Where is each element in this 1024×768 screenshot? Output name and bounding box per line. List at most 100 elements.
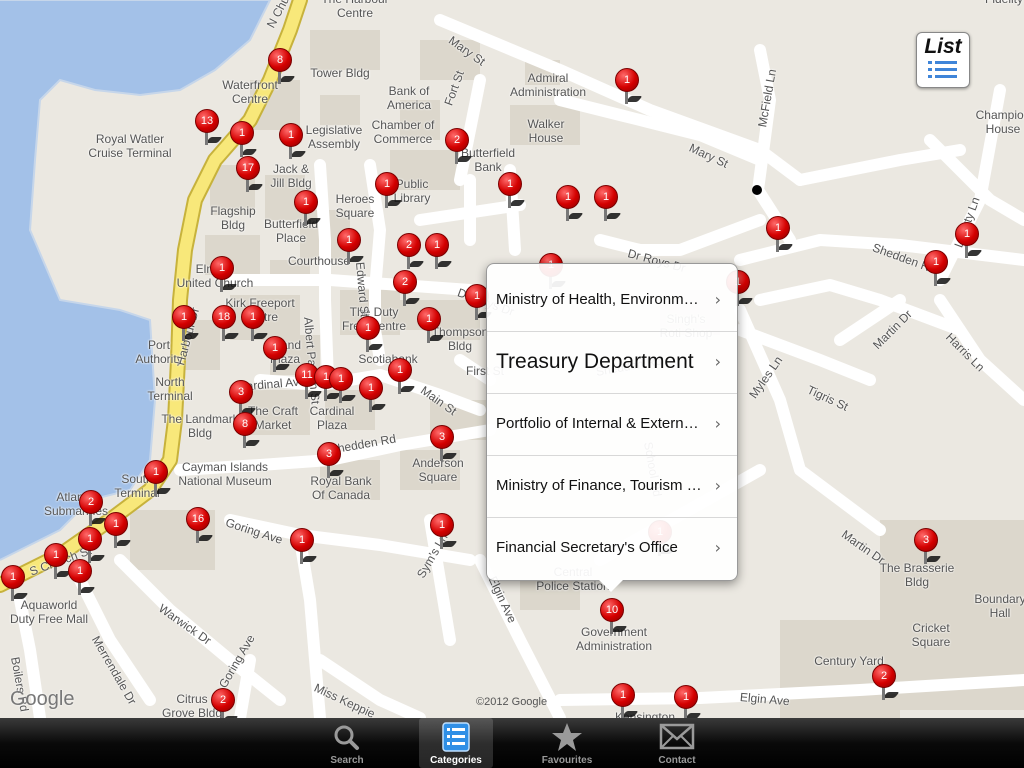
pin-shadow — [220, 284, 238, 290]
map-pin[interactable]: 1 — [278, 123, 307, 163]
map-pin[interactable]: 3 — [429, 425, 458, 465]
map-pin[interactable]: 2 — [396, 233, 425, 273]
pin-stem — [305, 385, 308, 399]
pin-stem — [220, 278, 223, 292]
map-pin[interactable]: 1 — [67, 559, 96, 599]
place-label-cricket-square: Cricket Square — [911, 621, 951, 649]
pin-stem — [196, 529, 199, 543]
pin-count: 1 — [924, 250, 948, 274]
pin-count: 1 — [615, 68, 639, 92]
map-pin[interactable]: 1 — [262, 336, 291, 376]
map-pin[interactable]: 1 — [387, 358, 416, 398]
list-button-label: List — [924, 35, 962, 58]
map-pin[interactable]: 1 — [555, 185, 584, 225]
map-pin[interactable]: 1 — [171, 305, 200, 345]
tab-categories[interactable]: Categories — [419, 718, 493, 768]
tab-label: Search — [330, 755, 364, 766]
pin-count: 1 — [674, 685, 698, 709]
map-pin[interactable]: 1 — [765, 216, 794, 256]
map-pin[interactable]: 1 — [293, 190, 322, 230]
tab-search[interactable]: Search — [310, 718, 384, 768]
pin-count: 1 — [594, 185, 618, 209]
pin-stem — [440, 535, 443, 549]
map-pin[interactable]: 1 — [0, 565, 29, 605]
map-pin[interactable]: 8 — [232, 412, 261, 452]
pin-shadow — [196, 535, 214, 541]
pin-shadow — [440, 541, 458, 547]
map-pin[interactable]: 1 — [336, 228, 365, 268]
popover-item-ministry-finance[interactable]: Ministry of Finance, Tourism & Developme… — [487, 455, 737, 518]
pin-stem — [427, 329, 430, 343]
map-pin[interactable]: 1 — [358, 376, 387, 416]
pin-stem — [89, 512, 92, 526]
map-pin[interactable]: 1 — [610, 683, 639, 718]
map-pin[interactable]: 13 — [194, 109, 223, 149]
popover-item-ministry-health[interactable]: Ministry of Health, Environment, Youth, … — [487, 269, 737, 332]
pin-count: 1 — [68, 559, 92, 583]
pin-shadow — [403, 298, 421, 304]
popover-item-portfolio[interactable]: Portfolio of Internal & External Affairs… — [487, 393, 737, 456]
pin-shadow — [205, 137, 223, 143]
map-pin[interactable]: 1 — [355, 316, 384, 356]
pin-count: 17 — [236, 156, 260, 180]
map-pin[interactable]: 2 — [210, 688, 239, 718]
pin-stem — [347, 250, 350, 264]
map-pin[interactable]: 1 — [673, 685, 702, 718]
place-label-butterfield-place: Butterfield Place — [263, 217, 319, 245]
pin-shadow — [78, 587, 96, 593]
map-pin[interactable]: 1 — [424, 233, 453, 273]
pin-shadow — [407, 261, 425, 267]
pin-count: 3 — [317, 442, 341, 466]
popover-item-treasury[interactable]: Treasury Department › — [487, 331, 737, 394]
map-pin[interactable]: 1 — [429, 513, 458, 553]
map-pin[interactable]: 18 — [211, 305, 240, 345]
map-pin[interactable]: 1 — [614, 68, 643, 108]
list-button[interactable]: List — [916, 32, 970, 88]
place-label-port-authority: Port Authority — [135, 338, 183, 366]
map-pin[interactable]: 2 — [444, 128, 473, 168]
pin-stem — [273, 358, 276, 372]
map-pin[interactable]: 3 — [913, 528, 942, 568]
pin-count: 1 — [263, 336, 287, 360]
pin-count: 18 — [212, 305, 236, 329]
search-icon — [334, 725, 359, 750]
map-pin[interactable]: 3 — [316, 442, 345, 482]
map-pin[interactable]: 8 — [267, 48, 296, 88]
map-pin[interactable]: 1 — [954, 222, 983, 262]
map-pin[interactable]: 2 — [392, 270, 421, 310]
tab-bar: Search Categories Favourites Contact — [0, 718, 1024, 768]
popover-item-financial-secretary[interactable]: Financial Secretary's Office › — [487, 517, 737, 579]
map-pin[interactable]: 1 — [103, 512, 132, 552]
map-pin[interactable]: 1 — [143, 460, 172, 500]
pin-shadow — [435, 261, 453, 267]
pin-stem — [475, 306, 478, 320]
map-pin[interactable]: 1 — [43, 543, 72, 583]
map-pin[interactable]: 2 — [871, 664, 900, 704]
map-pin[interactable]: 1 — [593, 185, 622, 225]
pin-count: 1 — [104, 512, 128, 536]
place-label-boundary-hall: Boundary Hall — [974, 592, 1024, 620]
map-pin[interactable]: 1 — [416, 307, 445, 347]
pin-shadow — [339, 395, 357, 401]
map-pin[interactable]: 10 — [599, 598, 628, 638]
pin-count: 1 — [78, 527, 102, 551]
map-pin[interactable]: 2 — [78, 490, 107, 530]
map-pin[interactable]: 1 — [209, 256, 238, 296]
tab-contact[interactable]: Contact — [640, 718, 714, 768]
map-pin[interactable]: 1 — [328, 367, 357, 407]
pin-count: 1 — [417, 307, 441, 331]
popover-item-label: Treasury Department — [496, 350, 694, 373]
map-pin[interactable]: 1 — [229, 121, 258, 161]
map-pin[interactable]: 16 — [185, 507, 214, 547]
tab-label: Contact — [658, 755, 696, 766]
map-pin[interactable]: 1 — [497, 172, 526, 212]
map-pin[interactable]: 17 — [235, 156, 264, 196]
pin-count: 10 — [600, 598, 624, 622]
pin-count: 1 — [44, 543, 68, 567]
map-pin[interactable]: 1 — [289, 528, 318, 568]
chevron-right-icon: › — [714, 476, 721, 495]
map-pin[interactable]: 1 — [374, 172, 403, 212]
map-pin[interactable]: 1 — [923, 250, 952, 290]
tab-favourites[interactable]: Favourites — [530, 718, 604, 768]
pin-count: 3 — [430, 425, 454, 449]
